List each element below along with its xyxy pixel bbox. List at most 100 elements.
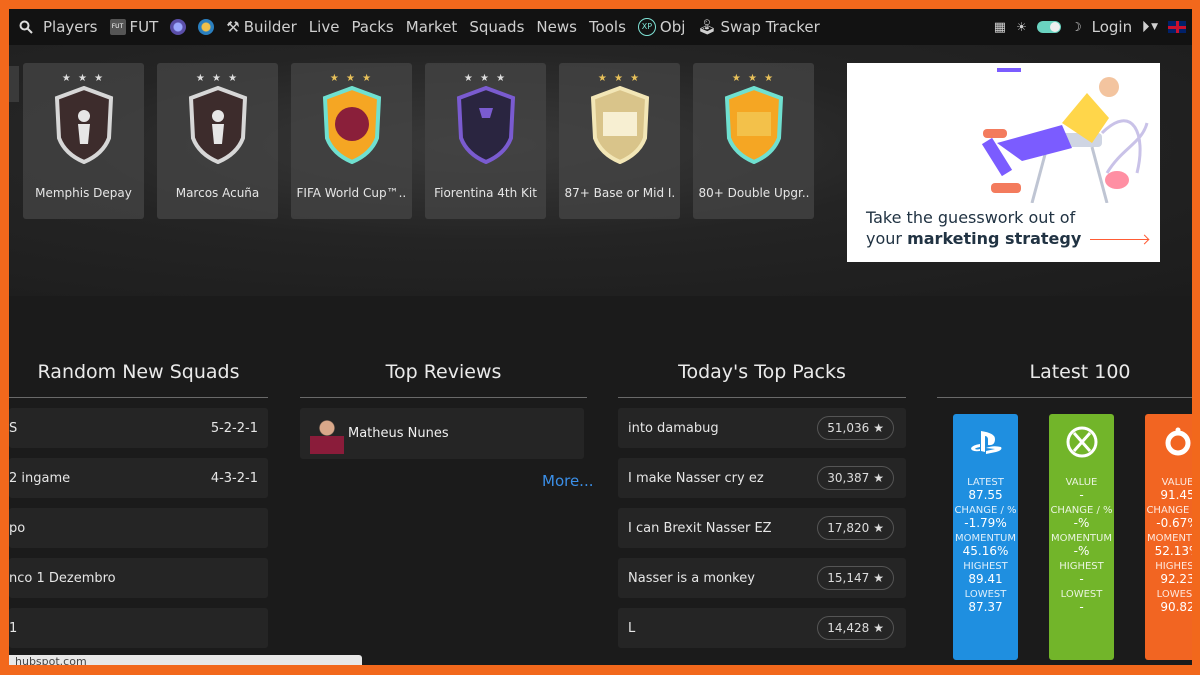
stat-value: 45.16% (962, 544, 1009, 558)
stat-label: LATEST (967, 477, 1004, 488)
nav-obj[interactable]: XP Obj (637, 18, 686, 36)
stat-value: 89.41 (968, 572, 1003, 586)
nav-players[interactable]: Players (43, 18, 98, 36)
nav-swap-tracker[interactable]: 🕹 Swap Tracker (697, 18, 819, 36)
squad-row[interactable]: po (9, 508, 268, 548)
pack-row[interactable]: Nasser is a monkey 15,147 ★ (618, 558, 906, 598)
stat-label: CHANGE / % (1146, 505, 1192, 516)
platform-card-origin[interactable]: VALUE91.45 CHANGE / %-0.67% MOMENTUM52.13%… (1145, 414, 1192, 660)
sbc-card[interactable]: ★ ★ ★ FIFA World Cup™... (291, 63, 412, 219)
nav-packs[interactable]: Packs (351, 18, 393, 36)
advertisement[interactable]: Take the guesswork out of your marketing… (847, 63, 1160, 262)
hero-banner: ★ ★ ★ Memphis Depay ★ ★ ★ Marcos Acuña ★ ★ ★… (9, 45, 1192, 296)
squad-row[interactable]: 1 (9, 608, 268, 648)
sbc-card[interactable]: ★ ★ ★ Fiorentina 4th Kit (425, 63, 546, 219)
platform-card-playstation[interactable]: LATEST 87.55 CHANGE / % -1.79% MOMENTUM 45.16… (953, 414, 1018, 660)
squad-row[interactable]: nco 1 Dezembro (9, 558, 268, 598)
random-squads-title: Random New Squads (37, 361, 240, 383)
stat-value: - (1079, 572, 1084, 586)
ad-line-2b: marketing strategy (907, 229, 1082, 248)
nav-market[interactable]: Market (406, 18, 458, 36)
sbc-card[interactable]: ★ ★ ★ 87+ Base or Mid I... (559, 63, 680, 219)
pack-row[interactable]: I make Nasser cry ez 30,387 ★ (618, 458, 906, 498)
squad-formation: 4-3-2-1 (210, 470, 258, 486)
squad-name: po (9, 520, 26, 536)
pack-score-badge: 17,820 ★ (817, 516, 894, 540)
pack-score: 17,820 (827, 521, 870, 535)
nav-champions-icon[interactable] (170, 19, 187, 35)
platform-card-xbox[interactable]: VALUE - CHANGE / % -% MOMENTUM -% HIGHEST - LOWE… (1049, 414, 1114, 660)
sbc-badge-icon (53, 84, 115, 168)
stat-label: HIGHEST (963, 561, 1008, 572)
calculator-icon[interactable]: ▦ (994, 20, 1006, 35)
sbc-badge-icon (321, 84, 383, 168)
pack-score: 14,428 (827, 621, 870, 635)
top-reviews-title: Top Reviews (385, 361, 502, 383)
stat-value: -% (1073, 544, 1090, 558)
star-icon: ★ (873, 521, 884, 535)
nav-fut[interactable]: FUT FUT (109, 18, 158, 36)
status-bar: hubspot.com (9, 655, 362, 665)
nav-squads[interactable]: Squads (469, 18, 524, 36)
stars-icon: ★ ★ ★ (463, 73, 508, 84)
nav-tools[interactable]: Tools (589, 18, 626, 36)
stat-value: -% (1073, 516, 1090, 530)
platform-select[interactable]: ⏵ ▼ (1142, 19, 1158, 35)
stat-label: LOWEST (964, 589, 1007, 600)
stat-label: MOMENTUM (955, 533, 1016, 544)
uk-flag-icon[interactable] (1168, 21, 1186, 33)
nav-right: ▦ ☀ ☽ Login ⏵ ▼ (994, 18, 1186, 36)
sbc-name: 80+ Double Upgr... (698, 186, 809, 200)
champions-icon (170, 19, 187, 35)
sbc-badge-icon (589, 84, 651, 168)
nav-live[interactable]: Live (309, 18, 340, 36)
login-link[interactable]: Login (1092, 18, 1132, 36)
stat-label: VALUE (1161, 477, 1192, 488)
playstation-icon (968, 424, 1004, 460)
nav-news[interactable]: News (536, 18, 577, 36)
pack-score-badge: 14,428 ★ (817, 616, 894, 640)
nav-builder-label: Builder (243, 18, 297, 36)
theme-toggle[interactable] (1036, 21, 1061, 33)
pack-score: 30,387 (827, 471, 870, 485)
stars-icon: ★ ★ ★ (731, 73, 776, 84)
nav-obj-label: Obj (659, 18, 686, 36)
pack-row[interactable]: L 14,428 ★ (618, 608, 906, 648)
stat-value: 90.82 (1160, 600, 1192, 614)
squad-row[interactable]: S 5-2-2-1 (9, 408, 268, 448)
review-player-name: Matheus Nunes (348, 426, 449, 441)
squad-name: 1 (9, 620, 18, 636)
pack-name: into damabug (628, 420, 719, 436)
stat-value: 52.13% (1154, 544, 1192, 558)
stars-icon: ★ ★ ★ (329, 73, 374, 84)
nav-swap-tracker-label: Swap Tracker (720, 18, 820, 36)
squad-formation: 5-2-2-1 (210, 420, 258, 436)
sbc-name: Fiorentina 4th Kit (434, 186, 537, 200)
stat-value: -1.79% (964, 516, 1007, 530)
stat-label: CHANGE / % (954, 505, 1017, 516)
sbc-card[interactable]: ★ ★ ★ Marcos Acuña (157, 63, 278, 219)
nav-rivals-icon[interactable] (198, 19, 215, 35)
pack-score: 15,147 (827, 571, 870, 585)
squad-row[interactable]: 2 ingame 4-3-2-1 (9, 458, 268, 498)
pack-row[interactable]: I can Brexit Nasser EZ 17,820 ★ (618, 508, 906, 548)
carousel-prev-button[interactable] (9, 66, 19, 102)
sbc-card[interactable]: ★ ★ ★ 80+ Double Upgr... (693, 63, 814, 219)
random-squads-rule (9, 397, 268, 398)
pack-name: I can Brexit Nasser EZ (628, 520, 772, 536)
sbc-card[interactable]: ★ ★ ★ Memphis Depay (23, 63, 144, 219)
stars-icon: ★ ★ ★ (195, 73, 240, 84)
search-icon[interactable] (19, 20, 33, 34)
stat-value: 87.55 (968, 488, 1003, 502)
star-icon: ★ (873, 471, 884, 485)
pack-row[interactable]: into damabug 51,036 ★ (618, 408, 906, 448)
star-icon: ★ (873, 421, 884, 435)
review-row[interactable]: Matheus Nunes (300, 408, 584, 459)
star-icon: ★ (873, 621, 884, 635)
more-reviews-link[interactable]: More... (542, 472, 594, 490)
stat-label: MOMENTUM (1147, 533, 1192, 544)
ad-text: Take the guesswork out of your marketing… (866, 207, 1149, 249)
joystick-icon: 🕹 (697, 18, 717, 36)
nav-builder[interactable]: ⚒ Builder (226, 18, 297, 36)
stat-label: LOWEST (1156, 589, 1192, 600)
